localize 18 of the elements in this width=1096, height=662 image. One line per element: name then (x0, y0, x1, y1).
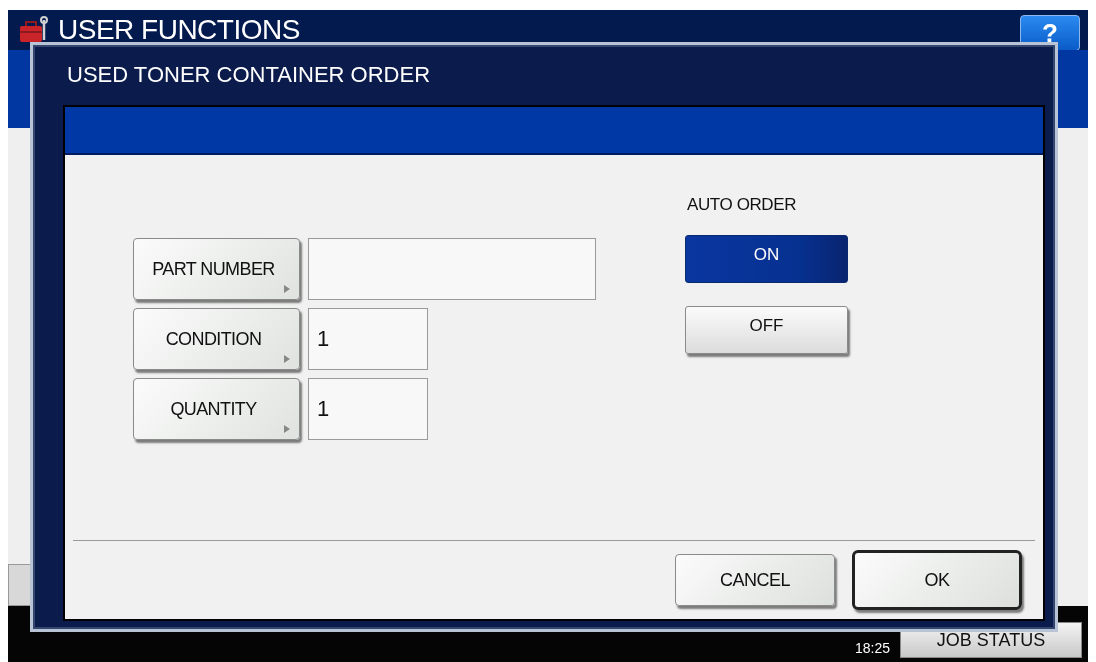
triangle-icon (283, 285, 291, 293)
input-field[interactable]: 1 (308, 308, 428, 370)
auto-order-label: AUTO ORDER (687, 195, 798, 215)
input-field[interactable] (308, 238, 596, 300)
toggle-option[interactable]: ON (685, 235, 848, 283)
field-label-button[interactable]: PART NUMBER (133, 238, 300, 300)
dialog-button[interactable]: CANCEL (675, 554, 835, 606)
dialog-title: USED TONER CONTAINER ORDER (66, 61, 432, 89)
triangle-icon (283, 425, 291, 433)
dialog-button[interactable]: OK (852, 550, 1022, 610)
screen-title: USER FUNCTIONS (58, 14, 300, 46)
triangle-icon (283, 355, 291, 363)
field-label-button[interactable]: CONDITION (133, 308, 300, 370)
toggle-option[interactable]: OFF (685, 306, 848, 354)
field-label-button[interactable]: QUANTITY (133, 378, 300, 440)
input-field[interactable]: 1 (308, 378, 428, 440)
toolbox-icon (18, 16, 48, 44)
clock-time: 18:25 (854, 640, 890, 656)
